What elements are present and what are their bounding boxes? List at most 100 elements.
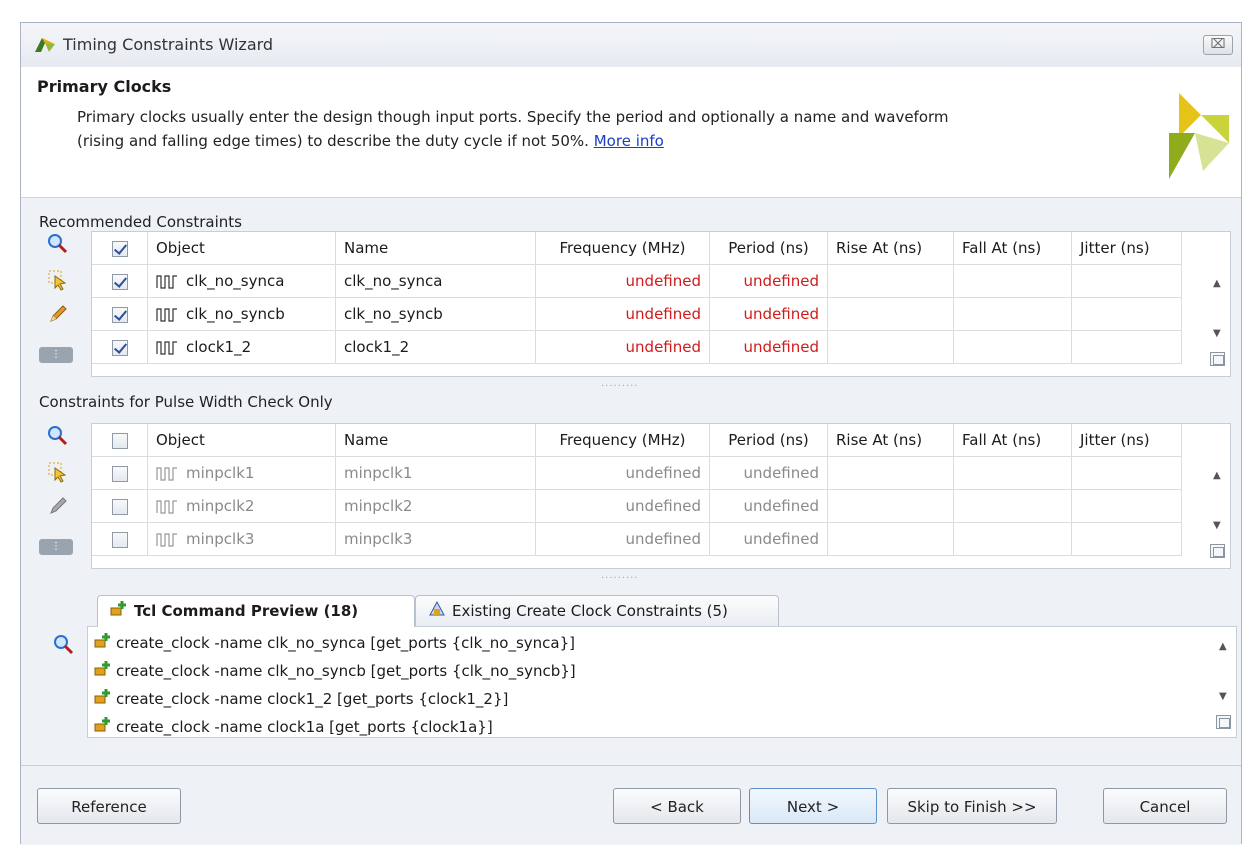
row-checkbox[interactable] [111,465,128,482]
name-cell[interactable]: clk_no_syncb [336,298,536,331]
column-header-jitter[interactable]: Jitter (ns) [1072,424,1182,457]
scroll-up-icon[interactable]: ▲ [1213,278,1221,289]
frequency-cell[interactable]: undefined [536,331,710,364]
search-icon[interactable] [47,425,69,447]
rise-cell[interactable] [828,298,954,331]
tab-existing-clock-constraints[interactable]: Existing Create Clock Constraints (5) [415,595,779,627]
name-cell[interactable]: minpclk3 [336,523,536,556]
row-select-cell[interactable] [92,331,148,364]
list-item[interactable]: create_clock -name clk_no_synca [get_por… [94,629,575,657]
name-cell[interactable]: minpclk1 [336,457,536,490]
select-cursor-icon[interactable] [47,269,69,291]
row-select-cell[interactable] [92,457,148,490]
more-info-link[interactable]: More info [594,132,664,150]
table-row[interactable]: clk_no_synca clk_no_synca undefined unde… [92,265,1192,298]
table-row[interactable]: minpclk3 minpclk3 undefined undefined [92,523,1192,556]
row-select-cell[interactable] [92,298,148,331]
row-checkbox[interactable] [111,273,128,290]
search-icon[interactable] [47,233,69,255]
vertical-scrollbar[interactable]: ▲ ▼ [1214,631,1232,737]
jitter-cell[interactable] [1072,523,1182,556]
panel-splitter[interactable]: ········· [601,381,639,392]
rise-cell[interactable] [828,331,954,364]
select-all-checkbox[interactable] [111,432,128,449]
column-header-name[interactable]: Name [336,232,536,265]
frequency-cell[interactable]: undefined [536,490,710,523]
scroll-up-icon[interactable]: ▲ [1219,641,1227,652]
list-item[interactable]: create_clock -name clock1_2 [get_ports {… [94,685,508,713]
next-button[interactable]: Next > [749,788,877,824]
row-checkbox[interactable] [111,306,128,323]
list-item[interactable]: create_clock -name clock1a [get_ports {c… [94,713,493,737]
frequency-cell[interactable]: undefined [536,265,710,298]
tcl-command-list[interactable]: create_clock -name clk_no_synca [get_por… [87,626,1237,738]
list-item[interactable]: create_clock -name clk_no_syncb [get_por… [94,657,576,685]
more-tools-icon[interactable]: ⋮ [39,539,73,555]
fall-cell[interactable] [954,490,1072,523]
vertical-scrollbar[interactable]: ▲ ▼ [1208,460,1226,570]
reference-button[interactable]: Reference [37,788,181,824]
table-row[interactable]: minpclk2 minpclk2 undefined undefined [92,490,1192,523]
period-cell[interactable]: undefined [710,523,828,556]
maximize-icon[interactable] [1216,715,1231,729]
fall-cell[interactable] [954,331,1072,364]
jitter-cell[interactable] [1072,457,1182,490]
row-select-cell[interactable] [92,490,148,523]
rise-cell[interactable] [828,265,954,298]
column-header-rise[interactable]: Rise At (ns) [828,424,954,457]
column-header-period[interactable]: Period (ns) [710,232,828,265]
scroll-down-icon[interactable]: ▼ [1219,691,1227,702]
column-header-frequency[interactable]: Frequency (MHz) [536,232,710,265]
fall-cell[interactable] [954,298,1072,331]
jitter-cell[interactable] [1072,490,1182,523]
pencil-icon[interactable] [47,303,69,325]
row-checkbox[interactable] [111,339,128,356]
select-cursor-icon[interactable] [47,461,69,483]
row-checkbox[interactable] [111,498,128,515]
select-all-checkbox[interactable] [111,240,128,257]
column-header-rise[interactable]: Rise At (ns) [828,232,954,265]
column-header-fall[interactable]: Fall At (ns) [954,232,1072,265]
period-cell[interactable]: undefined [710,298,828,331]
column-header-frequency[interactable]: Frequency (MHz) [536,424,710,457]
rise-cell[interactable] [828,457,954,490]
fall-cell[interactable] [954,523,1072,556]
period-cell[interactable]: undefined [710,490,828,523]
name-cell[interactable]: minpclk2 [336,490,536,523]
table-row[interactable]: clk_no_syncb clk_no_syncb undefined unde… [92,298,1192,331]
back-button[interactable]: < Back [613,788,741,824]
jitter-cell[interactable] [1072,331,1182,364]
fall-cell[interactable] [954,457,1072,490]
maximize-icon[interactable] [1210,544,1225,558]
row-checkbox[interactable] [111,531,128,548]
jitter-cell[interactable] [1072,298,1182,331]
name-cell[interactable]: clock1_2 [336,331,536,364]
table-row[interactable]: clock1_2 clock1_2 undefined undefined [92,331,1192,364]
period-cell[interactable]: undefined [710,265,828,298]
select-all-cell[interactable] [92,232,148,265]
period-cell[interactable]: undefined [710,457,828,490]
table-row[interactable]: minpclk1 minpclk1 undefined undefined [92,457,1192,490]
scroll-up-icon[interactable]: ▲ [1213,470,1221,481]
scroll-down-icon[interactable]: ▼ [1213,328,1221,339]
select-all-cell[interactable] [92,424,148,457]
frequency-cell[interactable]: undefined [536,457,710,490]
maximize-icon[interactable] [1210,352,1225,366]
cancel-button[interactable]: Cancel [1103,788,1227,824]
row-select-cell[interactable] [92,265,148,298]
row-select-cell[interactable] [92,523,148,556]
column-header-period[interactable]: Period (ns) [710,424,828,457]
period-cell[interactable]: undefined [710,331,828,364]
fall-cell[interactable] [954,265,1072,298]
column-header-jitter[interactable]: Jitter (ns) [1072,232,1182,265]
jitter-cell[interactable] [1072,265,1182,298]
column-header-object[interactable]: Object [148,424,336,457]
rise-cell[interactable] [828,490,954,523]
skip-to-finish-button[interactable]: Skip to Finish >> [887,788,1057,824]
panel-splitter[interactable]: ········· [601,573,639,584]
scroll-down-icon[interactable]: ▼ [1213,520,1221,531]
more-tools-icon[interactable]: ⋮ [39,347,73,363]
name-cell[interactable]: clk_no_synca [336,265,536,298]
rise-cell[interactable] [828,523,954,556]
column-header-name[interactable]: Name [336,424,536,457]
